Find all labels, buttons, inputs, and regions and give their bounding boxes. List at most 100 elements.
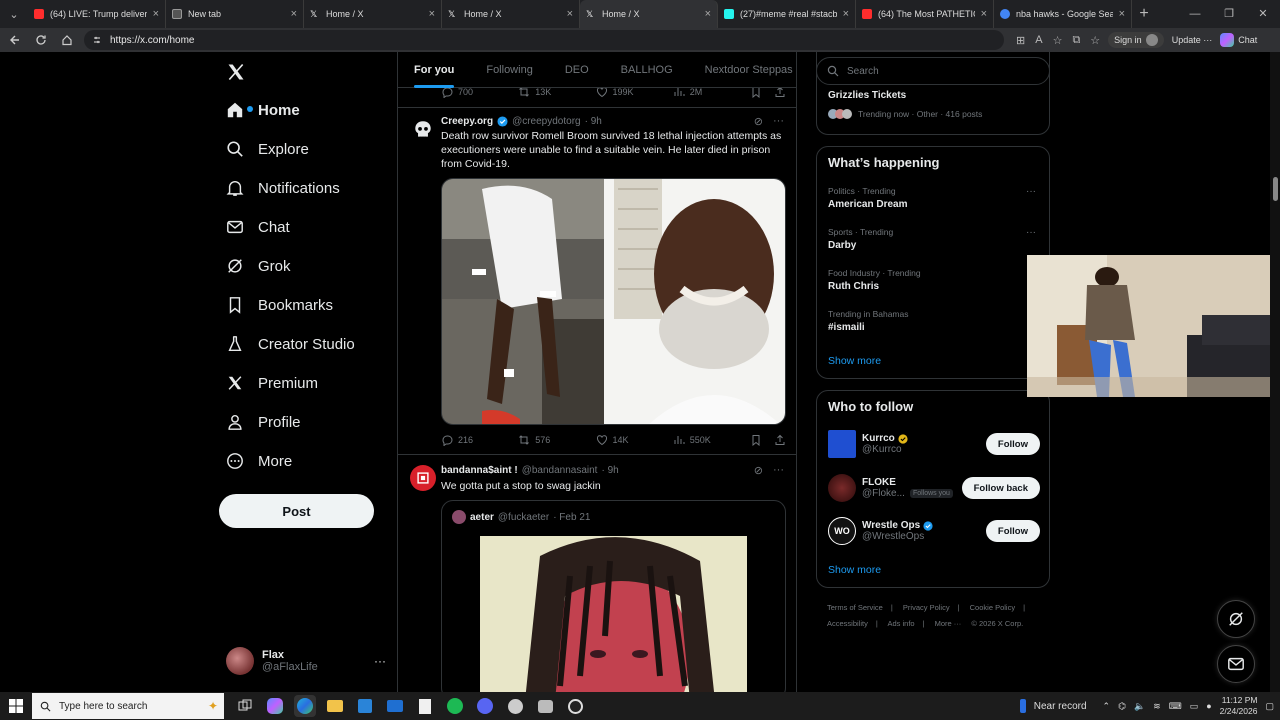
nav-home[interactable]: Home xyxy=(218,92,300,128)
author-name[interactable]: bandanna$aint ! xyxy=(441,465,518,476)
tab-close-icon[interactable]: × xyxy=(291,8,297,20)
copilot-chat-button[interactable]: Chat xyxy=(1220,33,1257,47)
tab-following[interactable]: Following xyxy=(470,52,548,88)
footer-terms-link[interactable]: Terms of Service xyxy=(827,603,883,612)
browser-tab[interactable]: (64) LIVE: Trump delivers Sta × xyxy=(28,0,166,28)
browser-tab-active[interactable]: 𝕏 Home / X × xyxy=(580,0,718,28)
follow-button[interactable]: Follow xyxy=(985,520,1040,542)
file-explorer-icon[interactable] xyxy=(324,695,346,717)
nav-grok[interactable]: Grok xyxy=(218,248,291,284)
reply-button[interactable]: 216 xyxy=(441,434,518,446)
tab-close-icon[interactable]: × xyxy=(705,8,711,20)
trend-item[interactable]: Trending in Bahamas #ismaili xyxy=(828,309,1040,333)
tab-close-icon[interactable]: × xyxy=(429,8,435,20)
nav-explore[interactable]: Explore xyxy=(218,131,309,167)
quote-media-image[interactable] xyxy=(480,536,747,692)
nav-creator-studio[interactable]: Creator Studio xyxy=(218,326,355,362)
mic-icon[interactable]: ● xyxy=(1206,701,1211,711)
app-icon[interactable] xyxy=(534,695,556,717)
taskbar-search-input[interactable]: Type here to search ✦ xyxy=(32,693,224,719)
more-dots-icon[interactable]: ··· xyxy=(773,464,784,477)
overlay-video[interactable] xyxy=(1027,255,1280,397)
more-dots-icon[interactable]: ··· xyxy=(374,654,386,668)
nav-bookmarks[interactable]: Bookmarks xyxy=(218,287,333,323)
microsoft-store-icon[interactable] xyxy=(354,695,376,717)
tab-for-you[interactable]: For you xyxy=(398,52,470,88)
footer-cookie-link[interactable]: Cookie Policy xyxy=(970,603,1015,612)
account-switcher[interactable]: Flax @aFlaxLife ··· xyxy=(226,646,386,676)
tab-close-icon[interactable]: × xyxy=(153,8,159,20)
trend-item[interactable]: Sports · Trending Darby ··· xyxy=(828,227,1040,251)
grok-floating-button[interactable] xyxy=(1217,600,1255,638)
follow-back-button[interactable]: Follow back xyxy=(961,477,1040,499)
show-more-link[interactable]: Show more xyxy=(828,564,881,576)
browser-tab[interactable]: 𝕏 Home / X × xyxy=(442,0,580,28)
browser-tab[interactable]: New tab × xyxy=(166,0,304,28)
favorites-icon[interactable]: ☆ xyxy=(1090,34,1100,47)
read-aloud-icon[interactable]: A xyxy=(1035,34,1042,46)
tab-deo[interactable]: DEO xyxy=(549,52,605,88)
network-icon[interactable]: ⌬ xyxy=(1118,701,1126,712)
battery-icon[interactable]: ▭ xyxy=(1190,701,1199,712)
quoted-tweet[interactable]: aeter @fuckaeter · Feb 21 xyxy=(441,500,786,692)
grok-explain-icon[interactable]: ⊘ xyxy=(754,115,763,128)
bookmark-icon[interactable] xyxy=(750,434,762,446)
tab-close-icon[interactable]: × xyxy=(567,8,573,20)
reload-icon[interactable] xyxy=(32,31,50,49)
spotify-icon[interactable] xyxy=(444,695,466,717)
tab-close-icon[interactable]: × xyxy=(843,8,849,20)
tab-list-chevron-icon[interactable]: ⌄ xyxy=(0,0,28,28)
mail-app-icon[interactable] xyxy=(384,695,406,717)
tweet-time[interactable]: · 9h xyxy=(601,465,618,476)
trend-item[interactable]: Food Industry · Trending Ruth Chris xyxy=(828,268,1040,292)
edge-browser-icon[interactable] xyxy=(294,695,316,717)
task-view-icon[interactable] xyxy=(234,695,256,717)
views-button[interactable]: 550K xyxy=(673,434,750,446)
discord-icon[interactable] xyxy=(474,695,496,717)
weather-text[interactable]: Near record xyxy=(1034,701,1087,712)
tab-close-icon[interactable]: × xyxy=(1119,8,1125,20)
site-info-icon[interactable] xyxy=(92,35,102,45)
more-dots-icon[interactable]: ··· xyxy=(773,115,784,128)
tweet-time[interactable]: · 9h xyxy=(585,116,602,127)
browser-tab[interactable]: 𝕏 Home / X × xyxy=(304,0,442,28)
browser-tab[interactable]: (27)#meme #real #stacbean × xyxy=(718,0,856,28)
nav-premium[interactable]: Premium xyxy=(218,365,318,401)
footer-more-link[interactable]: More ··· xyxy=(935,619,962,628)
author-handle[interactable]: @creepydotorg xyxy=(512,116,581,127)
notifications-icon[interactable]: ▢ xyxy=(1265,701,1274,712)
follow-button[interactable]: Follow xyxy=(985,433,1040,455)
footer-privacy-link[interactable]: Privacy Policy xyxy=(903,603,950,612)
like-button[interactable]: 14K xyxy=(596,434,673,446)
extensions-icon[interactable]: ⧉ xyxy=(1072,34,1080,47)
author-handle[interactable]: @bandannasaint xyxy=(522,465,598,476)
follow-suggestion[interactable]: WO Wrestle Ops @WrestleOps Follow xyxy=(828,514,1040,548)
creepy-org-avatar[interactable] xyxy=(410,117,436,143)
scrollbar-thumb[interactable] xyxy=(1273,177,1278,201)
messages-floating-button[interactable] xyxy=(1217,645,1255,683)
author-name[interactable]: Creepy.org xyxy=(441,116,493,127)
home-browser-icon[interactable] xyxy=(58,31,76,49)
tab-ballhog[interactable]: BALLHOG xyxy=(605,52,689,88)
wifi-icon[interactable]: ≋ xyxy=(1153,701,1161,712)
page-scrollbar[interactable] xyxy=(1270,52,1280,692)
back-arrow-icon[interactable] xyxy=(6,31,24,49)
obs-icon[interactable] xyxy=(564,695,586,717)
follow-suggestion[interactable]: FLOKE @Floke... Follows you Follow back xyxy=(828,471,1040,505)
nav-notifications[interactable]: Notifications xyxy=(218,170,340,206)
minimize-icon[interactable]: — xyxy=(1178,0,1212,28)
footer-accessibility-link[interactable]: Accessibility xyxy=(827,619,868,628)
close-window-icon[interactable]: ✕ xyxy=(1246,0,1280,28)
grok-explain-icon[interactable]: ⊘ xyxy=(754,464,763,477)
more-dots-icon[interactable]: ··· xyxy=(1026,186,1036,197)
post-button[interactable]: Post xyxy=(219,494,374,528)
app-icon[interactable] xyxy=(504,695,526,717)
tweet-media-image[interactable] xyxy=(441,178,786,425)
volume-icon[interactable]: 🔈 xyxy=(1134,701,1145,712)
keyboard-icon[interactable]: ⌨ xyxy=(1169,701,1182,712)
browser-tab[interactable]: (64) The Most PATHETIC Ma × xyxy=(856,0,994,28)
favorite-star-icon[interactable]: ☆ xyxy=(1053,34,1063,47)
sign-in-button[interactable]: Sign in xyxy=(1108,32,1164,48)
footer-ads-link[interactable]: Ads info xyxy=(887,619,914,628)
browser-tab[interactable]: nba hawks - Google Search × xyxy=(994,0,1132,28)
